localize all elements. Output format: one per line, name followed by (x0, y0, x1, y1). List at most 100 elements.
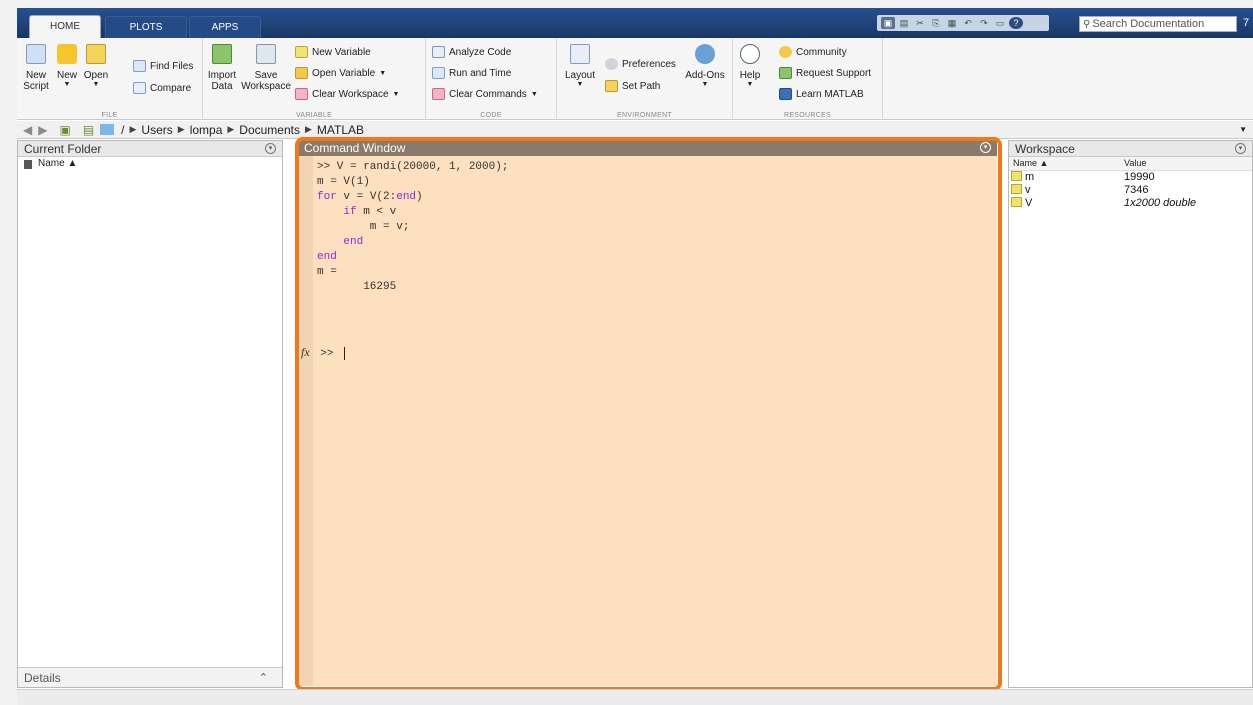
command-prompt-line[interactable]: fx >> (301, 345, 346, 360)
clear-commands-icon (432, 88, 445, 100)
folder-icon (86, 44, 106, 64)
analyze-code-button[interactable]: Analyze Code (432, 46, 511, 58)
clear-commands-dropdown-icon[interactable]: ▼ (531, 91, 538, 98)
new-variable-icon (295, 46, 308, 58)
save-icon[interactable]: ▤ (897, 17, 911, 29)
variable-icon (1011, 183, 1022, 194)
layout-icon[interactable]: ▣ (881, 17, 895, 29)
workspace-table: Name ▲ Value m 19990 v 7346 V 1x2000 dou… (1009, 157, 1252, 210)
workspace-name-header[interactable]: Name ▲ (1009, 157, 1124, 171)
add-ons-button[interactable]: Add-Ons ▼ (685, 44, 725, 89)
workspace-value-header[interactable]: Value (1124, 157, 1252, 171)
breadcrumb-users[interactable]: Users (141, 123, 172, 137)
panel-menu-icon[interactable]: ▾ (1235, 143, 1246, 154)
browse-folder-icon[interactable]: ▤ (83, 123, 94, 137)
redo-icon[interactable]: ↷ (977, 17, 991, 29)
clear-workspace-icon (295, 88, 308, 100)
chevron-up-icon[interactable]: ⌃ (259, 668, 268, 688)
breadcrumb-documents[interactable]: Documents (239, 123, 300, 137)
up-folder-icon[interactable]: ▣ (59, 123, 70, 137)
forward-arrow-icon[interactable]: ▶ (38, 123, 47, 137)
open-dropdown-arrow: ▼ (92, 81, 100, 88)
current-folder-panel: Current Folder ▾ Name ▲ Details ⌃ (17, 140, 283, 688)
import-data-button[interactable]: Import Data (207, 44, 237, 92)
help-icon[interactable]: ? (1009, 17, 1023, 29)
learn-matlab-button[interactable]: Learn MATLAB (779, 88, 864, 100)
command-window-title: Command Window ▾ (298, 140, 997, 156)
find-files-icon (133, 60, 146, 72)
new-script-button[interactable]: New Script (23, 44, 49, 92)
back-arrow-icon[interactable]: ◀ (23, 123, 32, 137)
ribbon-toolstrip: New Script New ▼ Open ▼ Find Files Compa… (17, 38, 1253, 120)
compare-button[interactable]: Compare (133, 82, 191, 94)
save-workspace-icon (256, 44, 276, 64)
help-button[interactable]: Help ▼ (739, 44, 761, 89)
run-and-time-button[interactable]: Run and Time (432, 67, 511, 79)
variable-group: Import Data Save Workspace New Variable … (203, 38, 426, 120)
table-row[interactable]: V 1x2000 double (1009, 196, 1252, 210)
table-row[interactable]: m 19990 (1009, 170, 1252, 184)
command-gutter (298, 156, 313, 686)
layout-button[interactable]: Layout ▼ (563, 44, 597, 89)
save-workspace-button[interactable]: Save Workspace (241, 44, 291, 92)
open-variable-dropdown-icon[interactable]: ▼ (379, 70, 386, 77)
request-support-button[interactable]: Request Support (779, 67, 871, 79)
new-script-icon (26, 44, 46, 64)
open-button[interactable]: Open ▼ (83, 44, 109, 89)
community-icon (779, 46, 792, 58)
search-overflow-text: 7 (1243, 17, 1250, 29)
variable-icon (1011, 170, 1022, 181)
breadcrumb-separator-icon: ▶ (227, 124, 235, 134)
details-pane-header[interactable]: Details ⌃ (18, 667, 282, 687)
file-icon (24, 160, 32, 169)
quick-access-toolbar: ▣ ▤ ✂ ⎘ ▦ ↶ ↷ ▭ ? (877, 15, 1049, 31)
community-button[interactable]: Community (779, 46, 847, 58)
switch-windows-icon[interactable]: ▭ (993, 17, 1007, 29)
panel-menu-icon[interactable]: ▾ (265, 143, 276, 154)
clear-commands-button[interactable]: Clear Commands ▼ (432, 88, 538, 100)
address-dropdown-icon[interactable]: ▼ (1239, 125, 1247, 134)
request-support-icon (779, 67, 792, 79)
layout-icon (570, 44, 590, 64)
open-variable-button[interactable]: Open Variable ▼ (295, 67, 386, 79)
set-path-button[interactable]: Set Path (605, 80, 660, 92)
code-line: if m < v (343, 206, 397, 218)
code-line: m = v; (317, 221, 410, 233)
set-path-icon (605, 80, 618, 92)
current-folder-title: Current Folder ▾ (18, 141, 282, 157)
workspace-panel: Workspace ▾ Name ▲ Value m 19990 v 7346 … (1008, 140, 1253, 688)
cut-icon[interactable]: ✂ (913, 17, 927, 29)
breadcrumb-separator-icon: ▶ (305, 124, 312, 134)
layout-dropdown-arrow: ▼ (576, 81, 584, 88)
breadcrumb-separator-icon: ▶ (129, 124, 137, 134)
ribbon-tab-strip: HOME PLOTS APPS ▣ ▤ ✂ ⎘ ▦ ↶ ↷ ▭ ? ⚲ Sear… (17, 8, 1253, 39)
table-row[interactable]: v 7346 (1009, 183, 1252, 197)
clear-workspace-button[interactable]: Clear Workspace ▼ (295, 88, 399, 100)
preferences-button[interactable]: Preferences (605, 58, 676, 70)
breadcrumb-lompa[interactable]: lompa (190, 123, 223, 137)
command-window-panel[interactable]: Command Window ▾ >> V = randi(20000, 1, … (298, 140, 997, 686)
search-documentation-field[interactable]: ⚲ Search Documentation (1079, 16, 1237, 32)
function-browser-icon[interactable]: fx (301, 345, 310, 359)
gear-icon (605, 58, 618, 70)
new-variable-button[interactable]: New Variable (295, 46, 371, 58)
find-files-button[interactable]: Find Files (133, 60, 193, 72)
tab-home[interactable]: HOME (29, 15, 101, 39)
copy-icon[interactable]: ⎘ (929, 17, 943, 29)
name-column-header[interactable]: Name ▲ (18, 157, 282, 171)
code-line: >> V = randi(20000, 1, 2000); (317, 161, 509, 173)
panel-menu-icon[interactable]: ▾ (980, 142, 991, 153)
clear-workspace-dropdown-icon[interactable]: ▼ (393, 91, 400, 98)
undo-icon[interactable]: ↶ (961, 17, 975, 29)
paste-icon[interactable]: ▦ (945, 17, 959, 29)
breadcrumb-root[interactable]: / (121, 123, 124, 137)
folder-icon (100, 124, 115, 135)
file-group: New Script New ▼ Open ▼ Find Files Compa… (17, 38, 203, 120)
code-group-label: CODE (480, 112, 502, 119)
tab-apps[interactable]: APPS (189, 16, 261, 38)
breadcrumb-matlab[interactable]: MATLAB (317, 123, 364, 137)
tab-plots[interactable]: PLOTS (105, 16, 187, 38)
new-button[interactable]: New ▼ (55, 44, 79, 89)
code-group: Analyze Code Run and Time Clear Commands… (426, 38, 557, 120)
import-data-icon (212, 44, 232, 64)
